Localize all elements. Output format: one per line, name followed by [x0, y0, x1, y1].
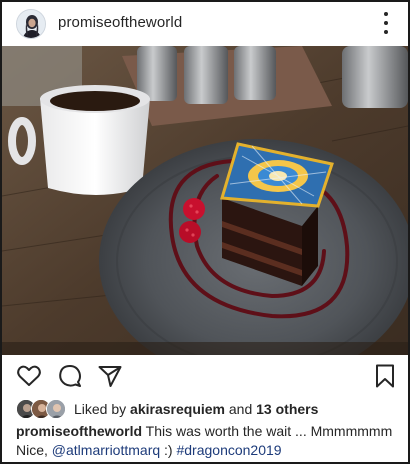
likes-prefix: Liked by: [74, 401, 127, 417]
likes-joiner: and: [228, 401, 253, 417]
paper-plane-icon[interactable]: [97, 363, 123, 389]
post-username[interactable]: promiseoftheworld: [58, 14, 182, 31]
caption-text-start: Nice,: [16, 442, 52, 458]
comment-bubble-icon[interactable]: [57, 363, 83, 389]
heart-icon[interactable]: [16, 363, 42, 389]
more-options-icon[interactable]: [382, 12, 390, 34]
dessert-photo: [2, 46, 408, 355]
more-dot: [384, 30, 388, 34]
more-dot: [384, 12, 388, 16]
profile-avatar-image: [17, 10, 45, 38]
post-photo[interactable]: [2, 46, 408, 355]
liker-username-link[interactable]: akirasrequiem: [130, 401, 225, 417]
caption-username[interactable]: promiseoftheworld: [16, 423, 142, 439]
instagram-post: promiseoftheworld Liked by akirasrequiem…: [0, 0, 410, 464]
post-actions: [2, 355, 408, 395]
post-header: promiseoftheworld: [2, 2, 408, 46]
mention-link[interactable]: @atlmarriottmarq: [52, 442, 160, 458]
caption-line-2: Nice, @atlmarriottmarq :) #dragoncon2019: [16, 441, 406, 460]
liker-avatar: [46, 399, 66, 419]
caption-line-1: promiseoftheworld This was worth the wai…: [16, 422, 406, 441]
caption-text: This was worth the wait ... Mmmmmmm: [145, 423, 393, 439]
avatar[interactable]: [16, 9, 46, 39]
liker-avatars[interactable]: [16, 399, 68, 419]
liker-avatar-image: [47, 400, 65, 418]
likes-row: Liked by akirasrequiem and 13 others: [16, 398, 318, 420]
post-caption: promiseoftheworld This was worth the wai…: [16, 422, 406, 460]
bookmark-icon[interactable]: [372, 363, 398, 389]
caption-smiley: :): [160, 442, 177, 458]
more-dot: [384, 21, 388, 25]
others-link[interactable]: 13 others: [256, 401, 318, 417]
likes-text: Liked by akirasrequiem and 13 others: [74, 401, 318, 417]
hashtag-link[interactable]: #dragoncon2019: [176, 442, 281, 458]
